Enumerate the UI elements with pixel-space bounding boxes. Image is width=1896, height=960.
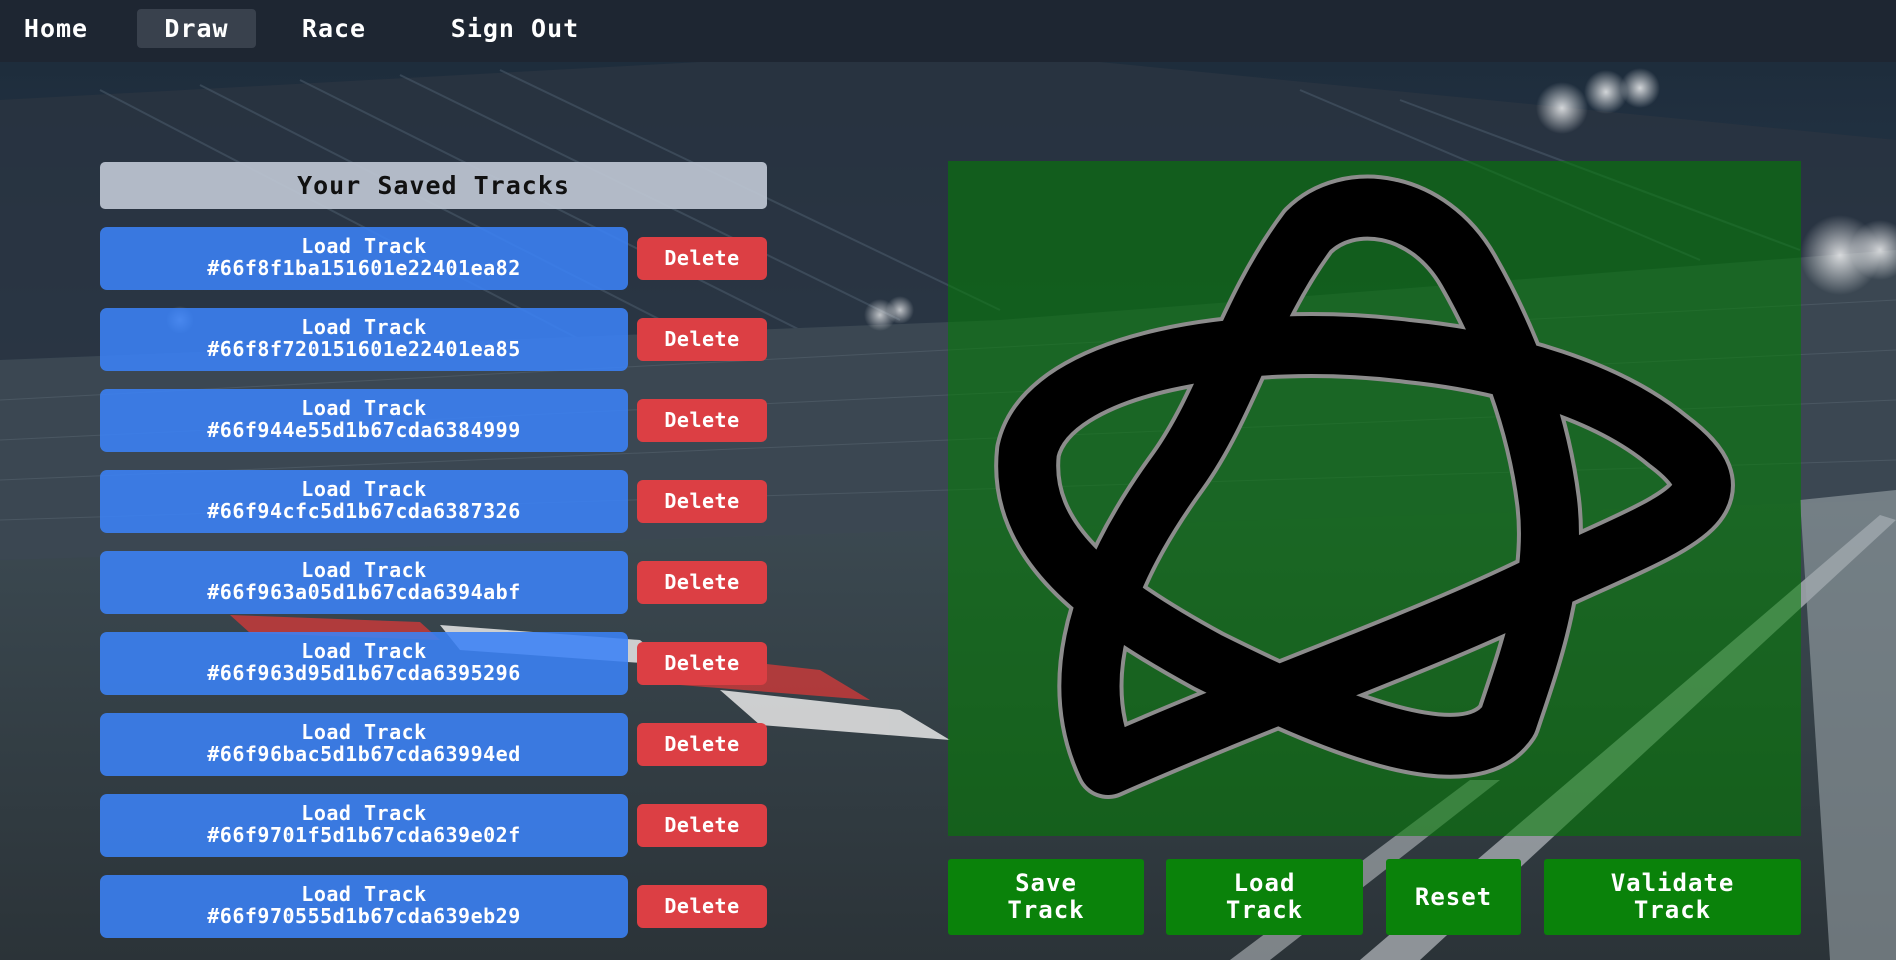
delete-track-button[interactable]: Delete [637,885,767,928]
validate-track-button[interactable]: Validate Track [1544,859,1801,935]
track-row: Load Track #66f8f720151601e22401ea85 Del… [100,308,767,371]
load-track-label: Load Track [301,234,427,258]
load-track-button[interactable]: Load Track #66f963d95d1b67cda6395296 [100,632,628,695]
track-id: #66f963d95d1b67cda6395296 [207,661,521,685]
load-track-button[interactable]: Load Track #66f970555d1b67cda639eb29 [100,875,628,938]
delete-track-button[interactable]: Delete [637,723,767,766]
track-row: Load Track #66f963d95d1b67cda6395296 Del… [100,632,767,695]
top-nav: Home Draw Race Sign Out [0,0,1896,62]
track-id: #66f963a05d1b67cda6394abf [207,580,521,604]
delete-track-button[interactable]: Delete [637,804,767,847]
delete-track-button[interactable]: Delete [637,318,767,361]
delete-track-button[interactable]: Delete [637,642,767,685]
load-track-label: Load Track [301,558,427,582]
delete-track-button[interactable]: Delete [637,480,767,523]
track-row: Load Track #66f96bac5d1b67cda63994ed Del… [100,713,767,776]
track-row: Load Track #66f8f1ba151601e22401ea82 Del… [100,227,767,290]
track-id: #66f8f720151601e22401ea85 [207,337,521,361]
load-track-label: Load Track [301,720,427,744]
load-track-action-button[interactable]: Load Track [1166,859,1363,935]
delete-track-button[interactable]: Delete [637,561,767,604]
nav-sign-out[interactable]: Sign Out [426,9,604,48]
track-row: Load Track #66f94cfc5d1b67cda6387326 Del… [100,470,767,533]
track-id: #66f94cfc5d1b67cda6387326 [207,499,521,523]
nav-draw[interactable]: Draw [137,9,256,48]
load-track-label: Load Track [301,396,427,420]
load-track-button[interactable]: Load Track #66f94cfc5d1b67cda6387326 [100,470,628,533]
track-id: #66f96bac5d1b67cda63994ed [207,742,521,766]
load-track-label: Load Track [301,477,427,501]
track-id: #66f944e55d1b67cda6384999 [207,418,521,442]
track-id: #66f970555d1b67cda639eb29 [207,904,521,928]
track-row: Load Track #66f970555d1b67cda639eb29 Del… [100,875,767,938]
load-track-label: Load Track [301,315,427,339]
save-track-button[interactable]: Save Track [948,859,1144,935]
load-track-button[interactable]: Load Track #66f944e55d1b67cda6384999 [100,389,628,452]
load-track-button[interactable]: Load Track #66f8f720151601e22401ea85 [100,308,628,371]
nav-home[interactable]: Home [8,9,104,48]
track-row: Load Track #66f944e55d1b67cda6384999 Del… [100,389,767,452]
saved-tracks-title: Your Saved Tracks [100,162,767,209]
load-track-label: Load Track [301,801,427,825]
track-row: Load Track #66f963a05d1b67cda6394abf Del… [100,551,767,614]
track-row: Load Track #66f9701f5d1b67cda639e02f Del… [100,794,767,857]
load-track-label: Load Track [301,639,427,663]
load-track-label: Load Track [301,882,427,906]
delete-track-button[interactable]: Delete [637,237,767,280]
track-id: #66f9701f5d1b67cda639e02f [207,823,521,847]
load-track-button[interactable]: Load Track #66f8f1ba151601e22401ea82 [100,227,628,290]
load-track-button[interactable]: Load Track #66f9701f5d1b67cda639e02f [100,794,628,857]
track-drawing-canvas[interactable] [948,161,1801,836]
reset-button[interactable]: Reset [1386,859,1521,935]
load-track-button[interactable]: Load Track #66f963a05d1b67cda6394abf [100,551,628,614]
delete-track-button[interactable]: Delete [637,399,767,442]
track-id: #66f8f1ba151601e22401ea82 [207,256,521,280]
drawn-track [994,174,1735,799]
load-track-button[interactable]: Load Track #66f96bac5d1b67cda63994ed [100,713,628,776]
nav-race[interactable]: Race [286,9,382,48]
